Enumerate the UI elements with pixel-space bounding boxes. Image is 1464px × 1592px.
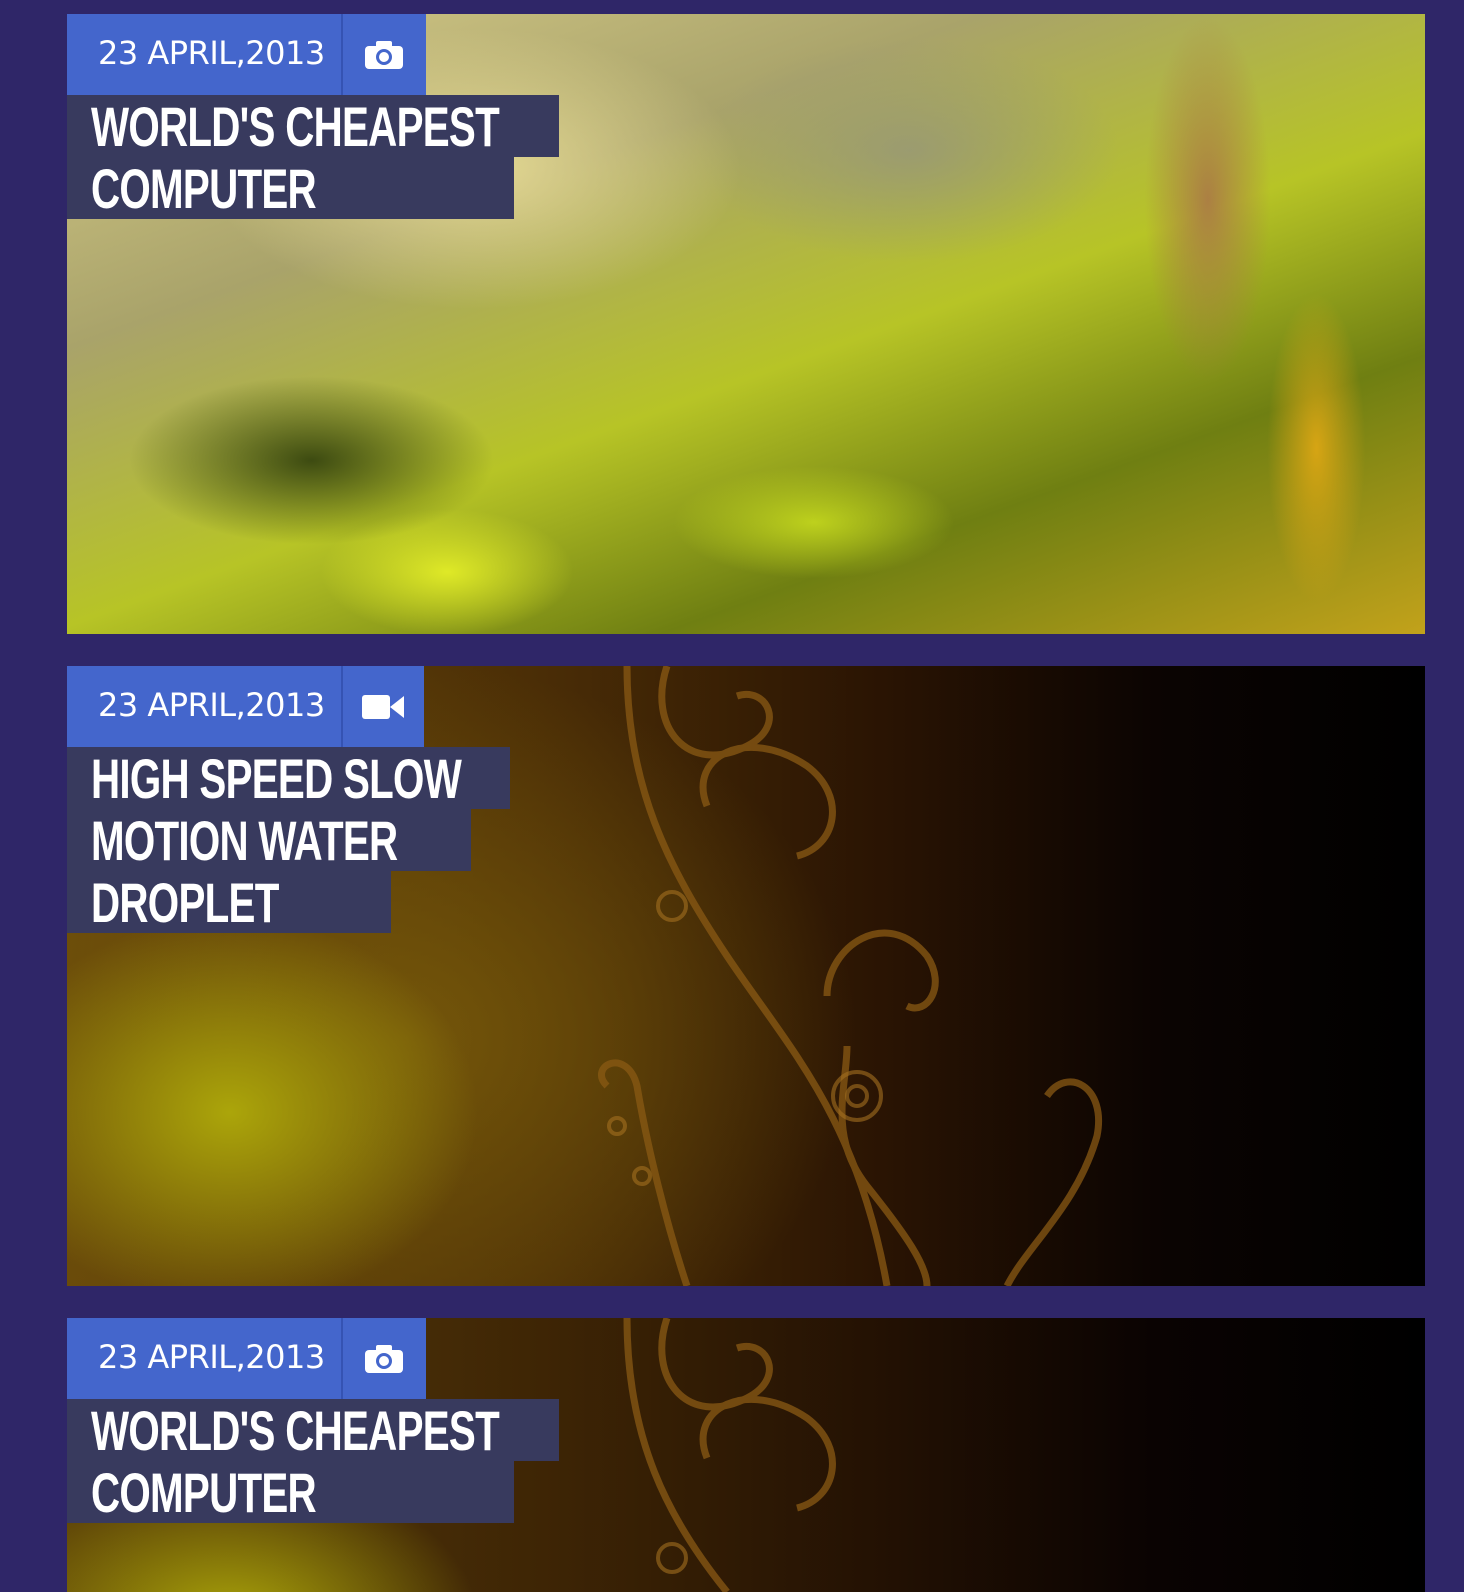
post-card[interactable]: 23 APRIL,2013 WORLD'S CHEAPEST COMPUTER — [67, 1318, 1425, 1592]
post-card[interactable]: 23 APRIL,2013 HIGH SPEED SLOW MOTION WAT… — [67, 666, 1425, 1286]
post-title-line: WORLD'S CHEAPEST — [67, 95, 559, 158]
post-title-line: MOTION WATER — [67, 809, 471, 872]
post-title-line: WORLD'S CHEAPEST — [67, 1399, 559, 1462]
post-title-line: HIGH SPEED SLOW — [67, 747, 510, 810]
post-title[interactable]: WORLD'S CHEAPEST COMPUTER — [67, 95, 559, 220]
post-date: 23 APRIL,2013 — [67, 14, 343, 95]
post-meta-bar: 23 APRIL,2013 — [67, 666, 424, 747]
post-meta-bar: 23 APRIL,2013 — [67, 1318, 426, 1399]
camera-icon — [342, 1318, 426, 1399]
post-date: 23 APRIL,2013 — [67, 666, 343, 747]
camera-icon — [342, 14, 426, 95]
post-title[interactable]: HIGH SPEED SLOW MOTION WATER DROPLET — [67, 747, 510, 934]
video-camera-icon — [342, 666, 424, 747]
post-card[interactable]: 23 APRIL,2013 WORLD'S CHEAPEST COMPUTER — [67, 14, 1425, 634]
post-meta-bar: 23 APRIL,2013 — [67, 14, 426, 95]
post-title-line: COMPUTER — [67, 157, 514, 220]
post-title-line: COMPUTER — [67, 1461, 514, 1524]
post-title-line: DROPLET — [67, 871, 391, 934]
post-title[interactable]: WORLD'S CHEAPEST COMPUTER — [67, 1399, 559, 1524]
post-date: 23 APRIL,2013 — [67, 1318, 343, 1399]
